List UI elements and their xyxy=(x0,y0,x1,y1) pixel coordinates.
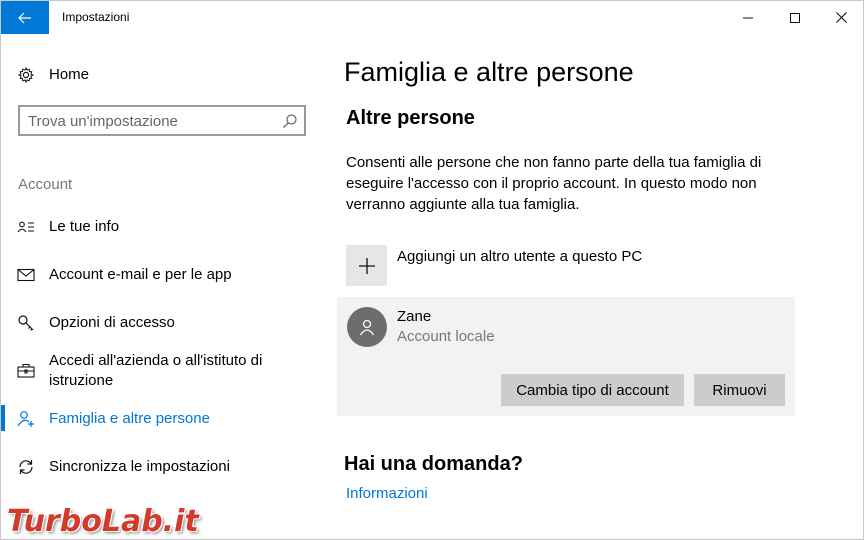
gear-icon xyxy=(17,66,35,84)
sidebar-item-label: Le tue info xyxy=(49,218,120,235)
search-box[interactable] xyxy=(18,105,306,136)
sidebar-home[interactable]: Home xyxy=(1,63,321,87)
account-card[interactable]: Zane Account locale Cambia tipo di accou… xyxy=(337,297,795,416)
sidebar-item-label: Opzioni di accesso xyxy=(49,314,175,331)
minimize-button[interactable] xyxy=(725,1,771,34)
sidebar-item-sync[interactable]: Sincronizza le impostazioni xyxy=(1,455,321,479)
sidebar-item-email-accounts[interactable]: Account e-mail e per le app xyxy=(1,263,321,287)
maximize-icon xyxy=(790,12,800,23)
help-title: Hai una domanda? xyxy=(344,453,523,475)
section-description: Consenti alle persone che non fanno part… xyxy=(346,154,762,213)
sidebar-item-label: Account e-mail e per le app xyxy=(49,266,232,283)
info-link[interactable]: Informazioni xyxy=(346,485,428,502)
sidebar-section-label: Account xyxy=(18,176,73,193)
avatar xyxy=(347,307,387,347)
back-button[interactable] xyxy=(1,1,49,34)
key-icon xyxy=(17,314,35,332)
sidebar-item-label: Accedi all'azienda o all'istituto di ist… xyxy=(49,352,263,389)
title-bar: Impostazioni xyxy=(1,1,863,34)
person-add-icon xyxy=(17,410,35,428)
briefcase-icon xyxy=(17,362,35,380)
settings-window: Impostazioni Home Account xyxy=(0,0,864,540)
maximize-button[interactable] xyxy=(772,1,818,34)
add-user-button[interactable]: Aggiungi un altro utente a questo PC xyxy=(346,245,786,287)
search-icon[interactable] xyxy=(282,113,298,129)
contact-card-icon xyxy=(17,218,35,236)
close-icon xyxy=(835,12,847,23)
back-arrow-icon xyxy=(18,12,31,23)
sidebar-item-sign-in-options[interactable]: Opzioni di accesso xyxy=(1,311,321,335)
mail-icon xyxy=(17,266,35,284)
account-name: Zane xyxy=(397,308,432,325)
add-user-label: Aggiungi un altro utente a questo PC xyxy=(397,248,643,265)
minimize-icon xyxy=(743,17,753,18)
close-button[interactable] xyxy=(818,1,863,34)
sidebar-item-family[interactable]: Famiglia e altre persone xyxy=(1,407,321,431)
account-type: Account locale xyxy=(397,328,495,345)
watermark-logo: TurboLab.it xyxy=(7,504,199,539)
sidebar-item-label: Famiglia e altre persone xyxy=(49,410,210,427)
change-account-type-button[interactable]: Cambia tipo di account xyxy=(501,374,684,406)
person-icon xyxy=(359,319,375,336)
sidebar-home-label: Home xyxy=(49,66,90,83)
sidebar-item-label: Sincronizza le impostazioni xyxy=(49,458,230,475)
plus-icon xyxy=(346,245,387,286)
remove-account-button[interactable]: Rimuovi xyxy=(694,374,785,406)
page-title: Famiglia e altre persone xyxy=(344,57,634,87)
section-title: Altre persone xyxy=(346,107,475,129)
window-title: Impostazioni xyxy=(62,10,130,24)
sync-icon xyxy=(17,458,35,476)
search-input[interactable] xyxy=(28,111,278,131)
sidebar-item-your-info[interactable]: Le tue info xyxy=(1,215,321,239)
watermark-text: TurboLab.it xyxy=(7,504,199,539)
sidebar-item-work-school[interactable]: Accedi all'azienda o all'istituto di ist… xyxy=(1,351,321,391)
